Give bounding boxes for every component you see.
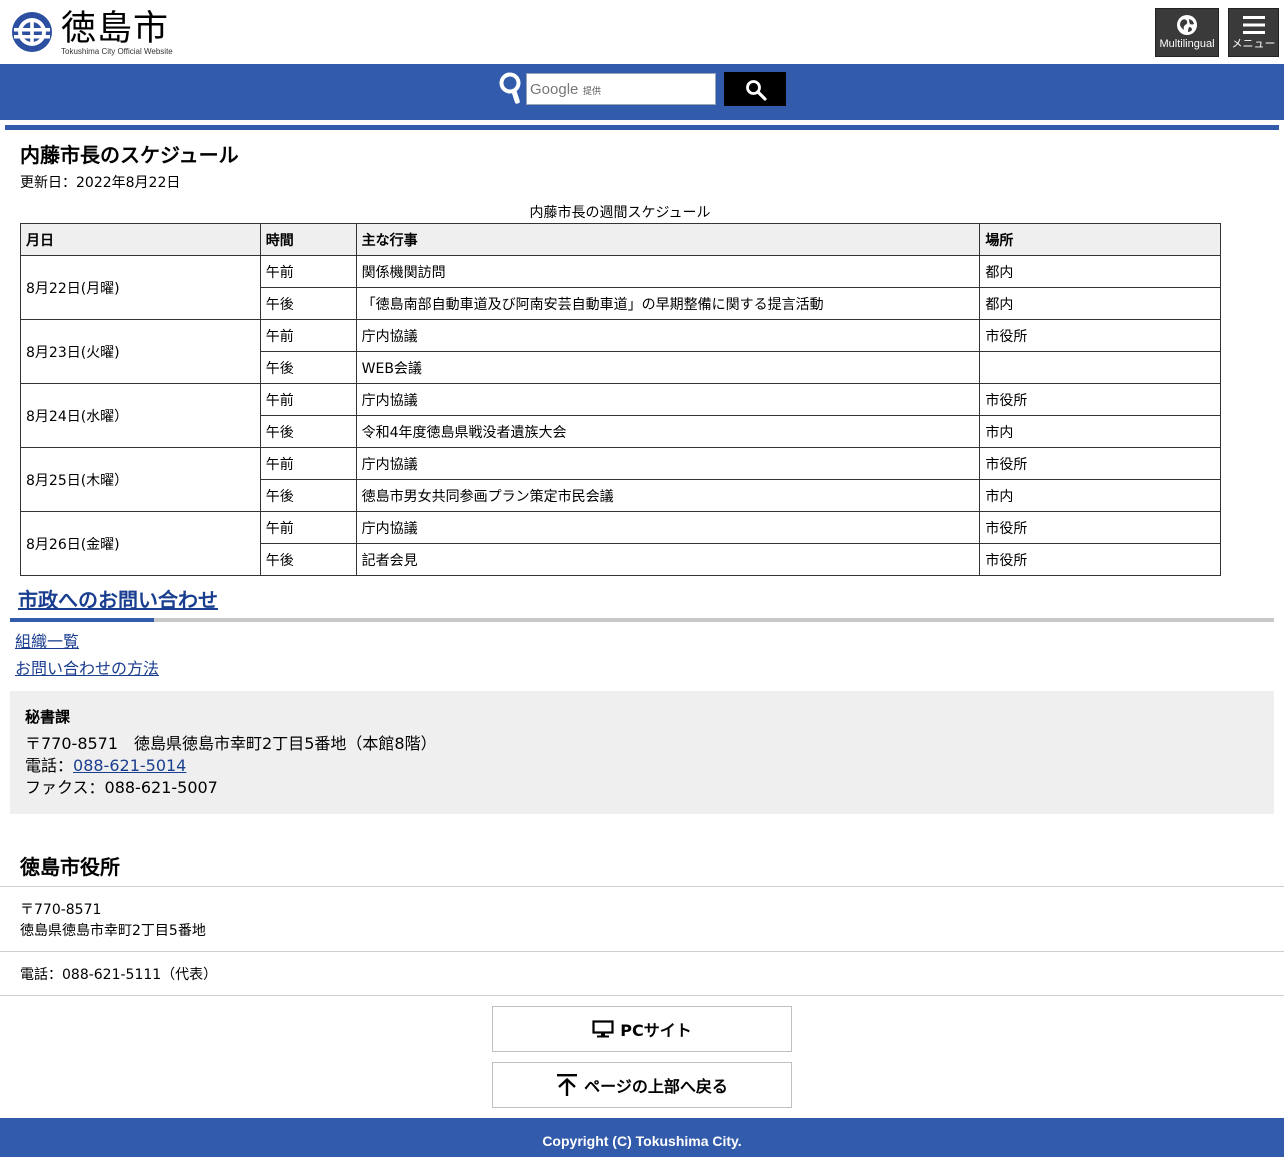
divider bbox=[0, 886, 1284, 887]
inquiry-method-link[interactable]: お問い合わせの方法 bbox=[15, 659, 159, 679]
back-to-top-button[interactable]: ページの上部へ戻る bbox=[492, 1062, 792, 1108]
department-address: 〒770-8571 徳島県徳島市幸町2丁目5番地（本館8階） bbox=[25, 734, 437, 753]
table-row: 8月26日(金曜) 午前 庁内協議 市役所 bbox=[20, 511, 1221, 576]
back-to-top-label: ページの上部へ戻る bbox=[584, 1077, 728, 1096]
place-cell: 市役所 bbox=[979, 319, 1221, 352]
place-cell: 都内 bbox=[979, 255, 1221, 288]
divider bbox=[0, 995, 1284, 996]
arrow-up-icon bbox=[557, 1074, 578, 1096]
department-phone: 電話：088-621-5014 bbox=[25, 756, 186, 776]
table-row: 8月24日(水曜） 午前 庁内協議 市役所 bbox=[20, 383, 1221, 448]
date-cell: 8月25日(木曜） bbox=[20, 447, 261, 512]
place-cell: 市内 bbox=[979, 479, 1221, 512]
place-cell: 市役所 bbox=[979, 511, 1221, 544]
menu-button[interactable]: メニュー bbox=[1228, 8, 1279, 57]
pc-site-label: PCサイト bbox=[620, 1021, 692, 1040]
time-cell: 午前 bbox=[259, 383, 357, 416]
inquiry-rule bbox=[10, 618, 1274, 622]
site-footer: Copyright (C) Tokushima City. bbox=[0, 1118, 1284, 1157]
date-cell: 8月26日(金曜) bbox=[20, 511, 261, 576]
time-cell: 午後 bbox=[259, 415, 357, 448]
event-cell: 庁内協議 bbox=[355, 447, 981, 480]
date-cell: 8月24日(水曜） bbox=[20, 383, 261, 448]
place-cell: 市役所 bbox=[979, 543, 1221, 576]
date-cell: 8月23日(火曜) bbox=[20, 319, 261, 384]
time-cell: 午後 bbox=[259, 543, 357, 576]
time-cell: 午後 bbox=[259, 287, 357, 320]
event-cell: 令和4年度徳島県戦没者遺族大会 bbox=[355, 415, 981, 448]
multilingual-label: Multilingual bbox=[1159, 38, 1215, 50]
time-cell: 午前 bbox=[259, 511, 357, 544]
menu-label: メニュー bbox=[1231, 38, 1276, 50]
globe-icon bbox=[1177, 15, 1197, 35]
city-emblem-icon bbox=[12, 12, 52, 52]
header-place: 場所 bbox=[979, 223, 1221, 256]
table-row: 8月23日(火曜) 午前 庁内協議 市役所 bbox=[20, 319, 1221, 384]
monitor-icon bbox=[592, 1020, 614, 1038]
event-cell: 庁内協議 bbox=[355, 383, 981, 416]
time-cell: 午前 bbox=[259, 319, 357, 352]
time-cell: 午後 bbox=[259, 479, 357, 512]
department-fax: ファクス：088-621-5007 bbox=[25, 778, 218, 797]
updated-date: 更新日：2022年8月22日 bbox=[20, 175, 181, 191]
google-label: Google bbox=[530, 81, 579, 98]
event-cell: 「徳島南部自動車道及び阿南安芸自動車道」の早期整備に関する提言活動 bbox=[355, 287, 981, 320]
table-caption: 内藤市長の週間スケジュール bbox=[529, 205, 711, 221]
site-logo[interactable]: 徳島市 Tokushima City Official Website bbox=[11, 9, 173, 57]
magnifier-icon bbox=[499, 72, 521, 104]
event-cell: 関係機関訪問 bbox=[355, 255, 981, 288]
copyright: Copyright (C) Tokushima City. bbox=[542, 1133, 742, 1149]
provided-label: 提供 bbox=[583, 86, 602, 96]
event-cell: 庁内協議 bbox=[355, 319, 981, 352]
site-header: 徳島市 Tokushima City Official Website Mult… bbox=[0, 0, 1284, 64]
place-cell: 都内 bbox=[979, 287, 1221, 320]
phone-link[interactable]: 088-621-5014 bbox=[73, 756, 186, 775]
search-bar: Google 提供 bbox=[0, 64, 1284, 120]
logo-subtitle: Tokushima City Official Website bbox=[61, 47, 173, 56]
pc-site-button[interactable]: PCサイト bbox=[492, 1006, 792, 1052]
office-postal: 〒770-8571 bbox=[20, 902, 102, 918]
header-event: 主な行事 bbox=[355, 223, 981, 256]
time-cell: 午前 bbox=[259, 447, 357, 480]
place-cell: 市役所 bbox=[979, 383, 1221, 416]
table-row: 8月25日(木曜） 午前 庁内協議 市役所 bbox=[20, 447, 1221, 512]
date-cell: 8月22日(月曜) bbox=[20, 255, 261, 320]
event-cell: WEB会議 bbox=[355, 351, 981, 384]
search-button[interactable] bbox=[724, 72, 786, 106]
page-title: 内藤市長のスケジュール bbox=[20, 143, 239, 167]
table-header-row: 月日 時間 主な行事 場所 bbox=[20, 223, 1221, 256]
multilingual-button[interactable]: Multilingual bbox=[1155, 8, 1219, 57]
header-divider bbox=[5, 125, 1279, 130]
inquiry-rule-accent bbox=[10, 618, 154, 622]
event-cell: 庁内協議 bbox=[355, 511, 981, 544]
hamburger-icon bbox=[1242, 16, 1265, 34]
divider bbox=[0, 951, 1284, 952]
inquiry-heading-link[interactable]: 市政へのお問い合わせ bbox=[18, 586, 218, 614]
logo-text: 徳島市 bbox=[61, 9, 170, 49]
place-cell bbox=[979, 351, 1221, 384]
schedule-table: 月日 時間 主な行事 場所 8月22日(月曜) 午前 関係機関訪問 都内 午後 … bbox=[20, 223, 1221, 576]
office-address: 徳島県徳島市幸町2丁目5番地 bbox=[20, 923, 206, 939]
office-phone: 電話：088-621-5111（代表） bbox=[20, 967, 218, 983]
time-cell: 午前 bbox=[259, 255, 357, 288]
contact-box: 秘書課 〒770-8571 徳島県徳島市幸町2丁目5番地（本館8階） 電話：08… bbox=[10, 691, 1274, 814]
organization-list-link[interactable]: 組織一覧 bbox=[15, 632, 79, 652]
table-row: 8月22日(月曜) 午前 関係機関訪問 都内 bbox=[20, 255, 1221, 320]
event-cell: 徳島市男女共同参画プラン策定市民会議 bbox=[355, 479, 981, 512]
header-time: 時間 bbox=[259, 223, 357, 256]
place-cell: 市役所 bbox=[979, 447, 1221, 480]
place-cell: 市内 bbox=[979, 415, 1221, 448]
search-icon bbox=[746, 80, 767, 101]
search-input[interactable]: Google 提供 bbox=[526, 73, 716, 105]
department-name: 秘書課 bbox=[25, 708, 71, 726]
office-title: 徳島市役所 bbox=[20, 855, 120, 879]
event-cell: 記者会見 bbox=[355, 543, 981, 576]
time-cell: 午後 bbox=[259, 351, 357, 384]
header-date: 月日 bbox=[20, 223, 261, 256]
phone-label: 電話： bbox=[25, 756, 74, 775]
